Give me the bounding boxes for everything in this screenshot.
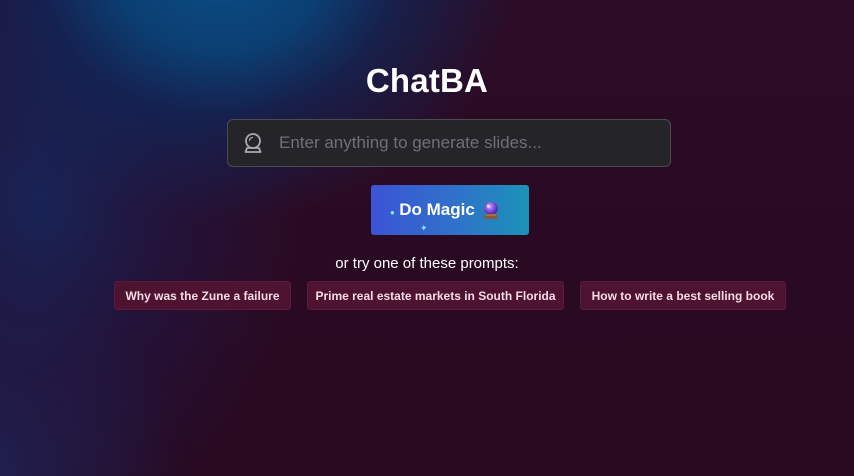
sparkle-icon: ✦ [420, 223, 428, 233]
prompt-chip-real-estate[interactable]: Prime real estate markets in South Flori… [307, 281, 564, 310]
prompt-chip-book[interactable]: How to write a best selling book [580, 281, 786, 310]
crystal-ball-outline-icon [241, 131, 265, 155]
prompt-chip-zune[interactable]: Why was the Zune a failure [114, 281, 291, 310]
crystal-ball-icon [481, 200, 501, 220]
search-input[interactable] [279, 120, 658, 166]
search-box[interactable] [227, 119, 671, 167]
sparkle-icon: ● [390, 208, 395, 217]
do-magic-label: Do Magic [399, 200, 475, 219]
do-magic-button[interactable]: ● ✦ Do Magic [371, 185, 529, 235]
page-title: ChatBA [365, 62, 489, 99]
prompt-hint: or try one of these prompts: [335, 255, 519, 272]
